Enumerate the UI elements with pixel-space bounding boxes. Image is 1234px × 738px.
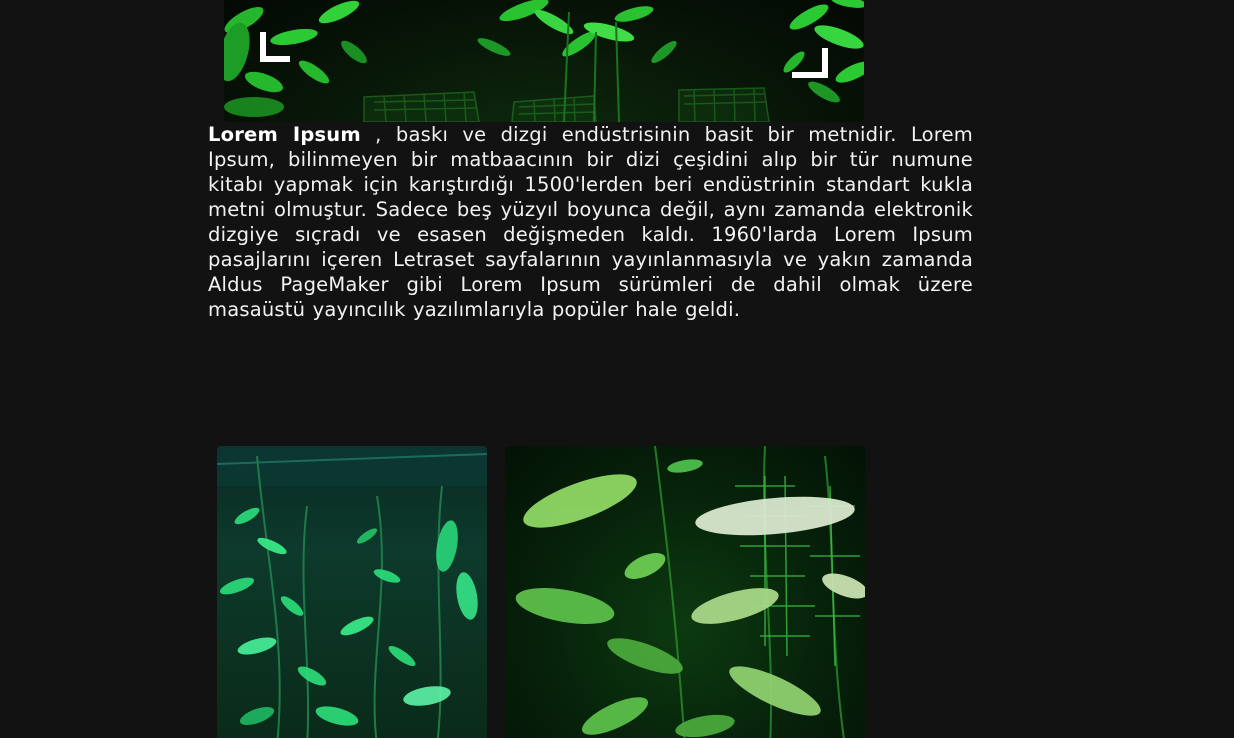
aquarium-plants-illustration [224, 0, 864, 122]
aquarium-plants-left-illustration [217, 446, 487, 738]
frame-corner-bottom-left-icon [260, 32, 290, 62]
gallery-image-left [217, 446, 487, 738]
gallery-image-right [505, 446, 865, 738]
aquarium-plants-right-illustration [515, 446, 865, 738]
frame-corner-bottom-right-icon [792, 48, 828, 78]
page: Lorem Ipsum , baskı ve dizgi endüstrisin… [0, 0, 1234, 738]
article-body: , baskı ve dizgi endüstrisinin basit bir… [208, 123, 973, 321]
article-lead: Lorem Ipsum [208, 123, 361, 146]
article-paragraph: Lorem Ipsum , baskı ve dizgi endüstrisin… [208, 122, 973, 322]
hero-image [224, 0, 864, 122]
